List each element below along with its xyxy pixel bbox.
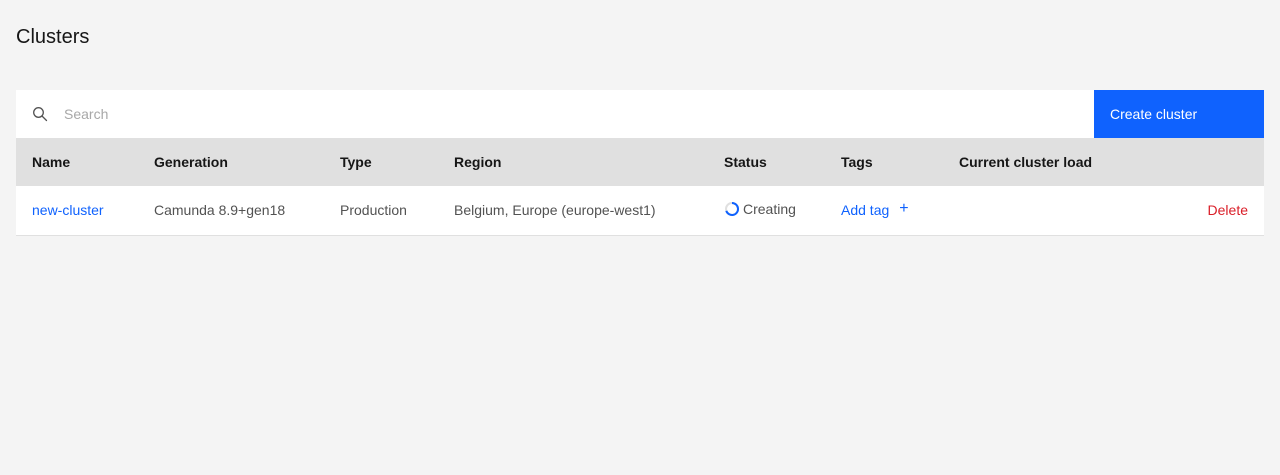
clusters-panel: Create cluster Name Generation Type Regi… (16, 90, 1264, 236)
search-container (16, 90, 1094, 138)
page-title: Clusters (16, 26, 90, 48)
column-header-tags[interactable]: Tags (825, 138, 943, 186)
add-tag-label: Add tag (841, 202, 890, 219)
cell-name: new-cluster (16, 186, 138, 235)
clusters-table: Name Generation Type Region Status Tags … (16, 138, 1264, 236)
cell-tags: Add tag + (825, 186, 943, 235)
column-header-current-cluster-load[interactable]: Current cluster load (943, 138, 1166, 186)
search-icon (33, 107, 48, 122)
search-input[interactable] (16, 90, 1094, 138)
cell-actions: Delete (1166, 186, 1264, 235)
cell-current-cluster-load (943, 186, 1166, 235)
column-header-type[interactable]: Type (324, 138, 438, 186)
column-header-status[interactable]: Status (708, 138, 825, 186)
cell-generation: Camunda 8.9+gen18 (154, 202, 286, 219)
create-cluster-button[interactable]: Create cluster (1094, 90, 1264, 138)
cluster-name-link[interactable]: new-cluster (32, 202, 104, 218)
cell-region: Belgium, Europe (europe-west1) (454, 202, 656, 219)
column-header-actions (1166, 138, 1264, 186)
status-indicator: Creating (724, 201, 796, 217)
table-toolbar: Create cluster (16, 90, 1264, 138)
column-header-name[interactable]: Name (16, 138, 138, 186)
delete-cluster-button[interactable]: Delete (1208, 202, 1248, 218)
cell-status: Creating (708, 186, 825, 235)
status-label: Creating (743, 200, 796, 217)
add-tag-button[interactable]: Add tag + (841, 199, 909, 219)
cell-type: Production (340, 202, 407, 219)
table-row: new-cluster Camunda 8.9+gen18 Production… (16, 186, 1264, 235)
spinner-icon (725, 201, 739, 216)
column-header-region[interactable]: Region (438, 138, 708, 186)
table-header-row: Name Generation Type Region Status Tags … (16, 138, 1264, 186)
column-header-generation[interactable]: Generation (138, 138, 324, 186)
plus-icon: + (899, 199, 909, 217)
